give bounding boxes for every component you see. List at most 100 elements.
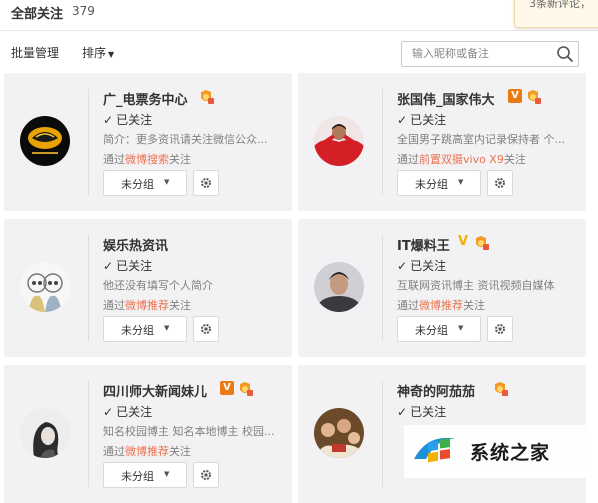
group-label: 未分组 bbox=[121, 178, 154, 191]
caret-down-icon: ▼ bbox=[164, 324, 170, 332]
follow-source: 通过前置双摄vivo X9关注 bbox=[397, 151, 526, 167]
caret-down-icon: ▼ bbox=[458, 178, 464, 186]
follow-status: ✓ 已关注 bbox=[397, 257, 446, 274]
card-divider bbox=[88, 89, 89, 195]
via-prefix: 通过 bbox=[103, 445, 125, 458]
badge-group: V bbox=[456, 235, 489, 251]
sort-dropdown[interactable]: 排序 ▼ bbox=[82, 44, 114, 61]
group-label: 未分组 bbox=[121, 324, 154, 337]
cartoon-couple-avatar[interactable] bbox=[20, 262, 70, 312]
check-icon: ✓ bbox=[103, 113, 114, 127]
via-source-link[interactable]: 微博推荐 bbox=[125, 299, 169, 312]
watermark-text: 系统之家 bbox=[470, 442, 551, 464]
caret-down-icon: ▼ bbox=[164, 178, 170, 186]
settings-button[interactable] bbox=[193, 462, 219, 488]
badge-group: V bbox=[220, 381, 253, 397]
group-dropdown[interactable]: 未分组 ▼ bbox=[397, 316, 481, 342]
badge-group bbox=[492, 381, 508, 397]
user-name[interactable]: 神奇的阿茄茄 bbox=[397, 381, 475, 400]
follow-source: 通过微博推荐关注 bbox=[103, 297, 191, 313]
follow-card: 广_电票务中心 ✓ 已关注 简介：更多资讯请关注微信公众... 通过微博搜索关注 … bbox=[4, 73, 292, 211]
group-dropdown[interactable]: 未分组 ▼ bbox=[103, 462, 187, 488]
via-source-link[interactable]: 微博推荐 bbox=[125, 445, 169, 458]
follow-source: 通过微博搜索关注 bbox=[103, 151, 191, 167]
via-source-link[interactable]: 前置双摄vivo X9 bbox=[419, 153, 504, 166]
verified-orange-icon[interactable]: V bbox=[508, 89, 522, 103]
user-name[interactable]: 广_电票务中心 bbox=[103, 89, 188, 108]
follow-card: 娱乐热资讯 ✓ 已关注 他还没有填写个人简介 通过微博推荐关注 未分组 ▼ bbox=[4, 219, 292, 357]
settings-button[interactable] bbox=[487, 316, 513, 342]
group-dropdown[interactable]: 未分组 ▼ bbox=[103, 316, 187, 342]
search-input[interactable] bbox=[402, 42, 558, 64]
medal-icon[interactable] bbox=[198, 89, 214, 105]
settings-button[interactable] bbox=[193, 170, 219, 196]
site-watermark: 系统之家 bbox=[404, 425, 598, 478]
group-photo-avatar[interactable] bbox=[314, 408, 364, 458]
via-suffix: 关注 bbox=[503, 153, 526, 166]
follow-status-label: 已关注 bbox=[116, 259, 153, 273]
follow-status: ✓ 已关注 bbox=[397, 403, 446, 420]
settings-button[interactable] bbox=[487, 170, 513, 196]
user-name[interactable]: IT爆料王 bbox=[397, 235, 450, 254]
via-suffix: 关注 bbox=[169, 153, 191, 166]
settings-button[interactable] bbox=[193, 316, 219, 342]
medal-icon[interactable] bbox=[492, 381, 508, 397]
search-icon[interactable] bbox=[556, 45, 574, 63]
follow-status: ✓ 已关注 bbox=[103, 111, 152, 128]
check-icon: ✓ bbox=[103, 405, 114, 419]
user-description: 互联网资讯博主 资讯视频自媒体 bbox=[397, 279, 555, 292]
follow-status: ✓ 已关注 bbox=[103, 257, 152, 274]
medal-icon[interactable] bbox=[525, 89, 541, 105]
follow-status: ✓ 已关注 bbox=[397, 111, 446, 128]
card-divider bbox=[382, 89, 383, 195]
check-icon: ✓ bbox=[103, 259, 114, 273]
gear-icon bbox=[201, 178, 211, 188]
via-suffix: 关注 bbox=[463, 299, 485, 312]
via-source-link[interactable]: 微博搜索 bbox=[125, 153, 169, 166]
via-suffix: 关注 bbox=[169, 299, 191, 312]
user-name[interactable]: 张国伟_国家伟大 bbox=[397, 89, 495, 108]
user-description: 知名校园博主 知名本地博主 校园... bbox=[103, 425, 275, 438]
follow-status-label: 已关注 bbox=[116, 405, 153, 419]
follow-card: 张国伟_国家伟大 V ✓ 已关注 全国男子跳高室内记录保持者 个... 通过前置双… bbox=[298, 73, 586, 211]
user-name[interactable]: 娱乐热资讯 bbox=[103, 235, 168, 254]
user-name[interactable]: 四川师大新闻妹儿 bbox=[103, 381, 207, 400]
caret-down-icon: ▼ bbox=[164, 470, 170, 478]
via-suffix: 关注 bbox=[169, 445, 191, 458]
group-label: 未分组 bbox=[415, 178, 448, 191]
search-box bbox=[401, 41, 579, 67]
gear-icon bbox=[201, 324, 211, 334]
group-dropdown[interactable]: 未分组 ▼ bbox=[397, 170, 481, 196]
person-red-avatar[interactable] bbox=[314, 116, 364, 166]
page-title: 全部关注 bbox=[11, 7, 64, 22]
check-icon: ✓ bbox=[397, 405, 408, 419]
follow-status-label: 已关注 bbox=[410, 405, 447, 419]
verified-yellow-icon[interactable]: V bbox=[456, 235, 470, 249]
man-portrait-avatar[interactable] bbox=[314, 262, 364, 312]
medal-icon[interactable] bbox=[237, 381, 253, 397]
caret-down-icon: ▼ bbox=[108, 50, 115, 59]
follow-card: 四川师大新闻妹儿 V ✓ 已关注 知名校园博主 知名本地博主 校园... 通过微博… bbox=[4, 365, 292, 503]
user-description: 他还没有填写个人简介 bbox=[103, 279, 213, 292]
batch-manage-link[interactable]: 批量管理 bbox=[11, 44, 59, 61]
via-prefix: 通过 bbox=[397, 299, 419, 312]
medal-icon[interactable] bbox=[473, 235, 489, 251]
woman-sketch-avatar[interactable] bbox=[20, 408, 70, 458]
windows-logo-icon bbox=[414, 437, 456, 463]
ticket-logo-avatar[interactable] bbox=[20, 116, 70, 166]
follow-card: IT爆料王 V ✓ 已关注 互联网资讯博主 资讯视频自媒体 通过微博推荐关注 未分… bbox=[298, 219, 586, 357]
card-divider bbox=[88, 235, 89, 341]
badge-group bbox=[198, 89, 214, 105]
follow-count: 379 bbox=[72, 4, 95, 18]
page-header: 全部关注 379 bbox=[0, 0, 598, 31]
group-dropdown[interactable]: 未分组 ▼ bbox=[103, 170, 187, 196]
follow-status-label: 已关注 bbox=[116, 113, 153, 127]
via-prefix: 通过 bbox=[397, 153, 419, 166]
user-description: 全国男子跳高室内记录保持者 个... bbox=[397, 133, 565, 146]
badge-group: V bbox=[508, 89, 541, 105]
via-source-link[interactable]: 微博推荐 bbox=[419, 299, 463, 312]
verified-orange-icon[interactable]: V bbox=[220, 381, 234, 395]
group-label: 未分组 bbox=[415, 324, 448, 337]
notification-toast[interactable]: 3条新评论， bbox=[514, 0, 598, 28]
user-description: 简介：更多资讯请关注微信公众... bbox=[103, 133, 268, 146]
